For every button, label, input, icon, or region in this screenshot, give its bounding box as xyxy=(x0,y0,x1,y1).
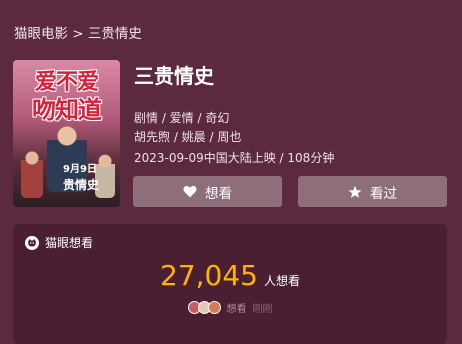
want-count: 27,045 xyxy=(160,259,258,292)
card-title: 猫眼想看 xyxy=(45,236,94,250)
avatar xyxy=(207,301,221,314)
want-count-row: 27,045 人想看 xyxy=(13,259,447,292)
heart-icon xyxy=(183,185,197,198)
want-to-see-button[interactable]: 想看 xyxy=(133,176,282,207)
recent-action-label: 想看 xyxy=(226,304,247,315)
recent-time: 刚刚 xyxy=(252,304,273,315)
recent-wanters-row: 想看 刚刚 xyxy=(13,300,447,315)
poster-subtitle: 贵情史 xyxy=(63,178,100,192)
breadcrumb: 猫眼电影 > 三贵情史 xyxy=(14,22,142,42)
breadcrumb-home-link[interactable]: 猫眼电影 xyxy=(14,22,68,42)
seen-label: 看过 xyxy=(370,185,397,202)
poster-date: 9月9日 xyxy=(63,164,97,175)
want-count-label: 人想看 xyxy=(263,274,300,288)
movie-genres: 剧情 / 爱情 / 奇幻 xyxy=(134,111,230,125)
movie-poster[interactable]: 爱不爱 吻知道 9月9日 贵情史 xyxy=(13,60,120,207)
breadcrumb-separator: > xyxy=(72,26,84,42)
recent-avatars xyxy=(187,301,221,314)
movie-cast: 胡先煦 / 姚晨 / 周也 xyxy=(134,130,242,144)
poster-title-line2: 吻知道 xyxy=(32,96,102,124)
card-header: 猫眼想看 xyxy=(25,234,93,251)
movie-release-info: 2023-09-09中国大陆上映 / 108分钟 xyxy=(134,151,335,165)
want-to-see-label: 想看 xyxy=(205,185,232,202)
seen-button[interactable]: 看过 xyxy=(298,176,447,207)
star-icon xyxy=(348,185,362,199)
breadcrumb-current: 三贵情史 xyxy=(87,26,142,42)
movie-title: 三贵情史 xyxy=(134,64,214,88)
want-stats-card: 猫眼想看 27,045 人想看 想看 刚刚 xyxy=(13,224,447,344)
maoyan-cat-logo-icon xyxy=(25,235,39,250)
poster-figure-left xyxy=(21,148,43,198)
